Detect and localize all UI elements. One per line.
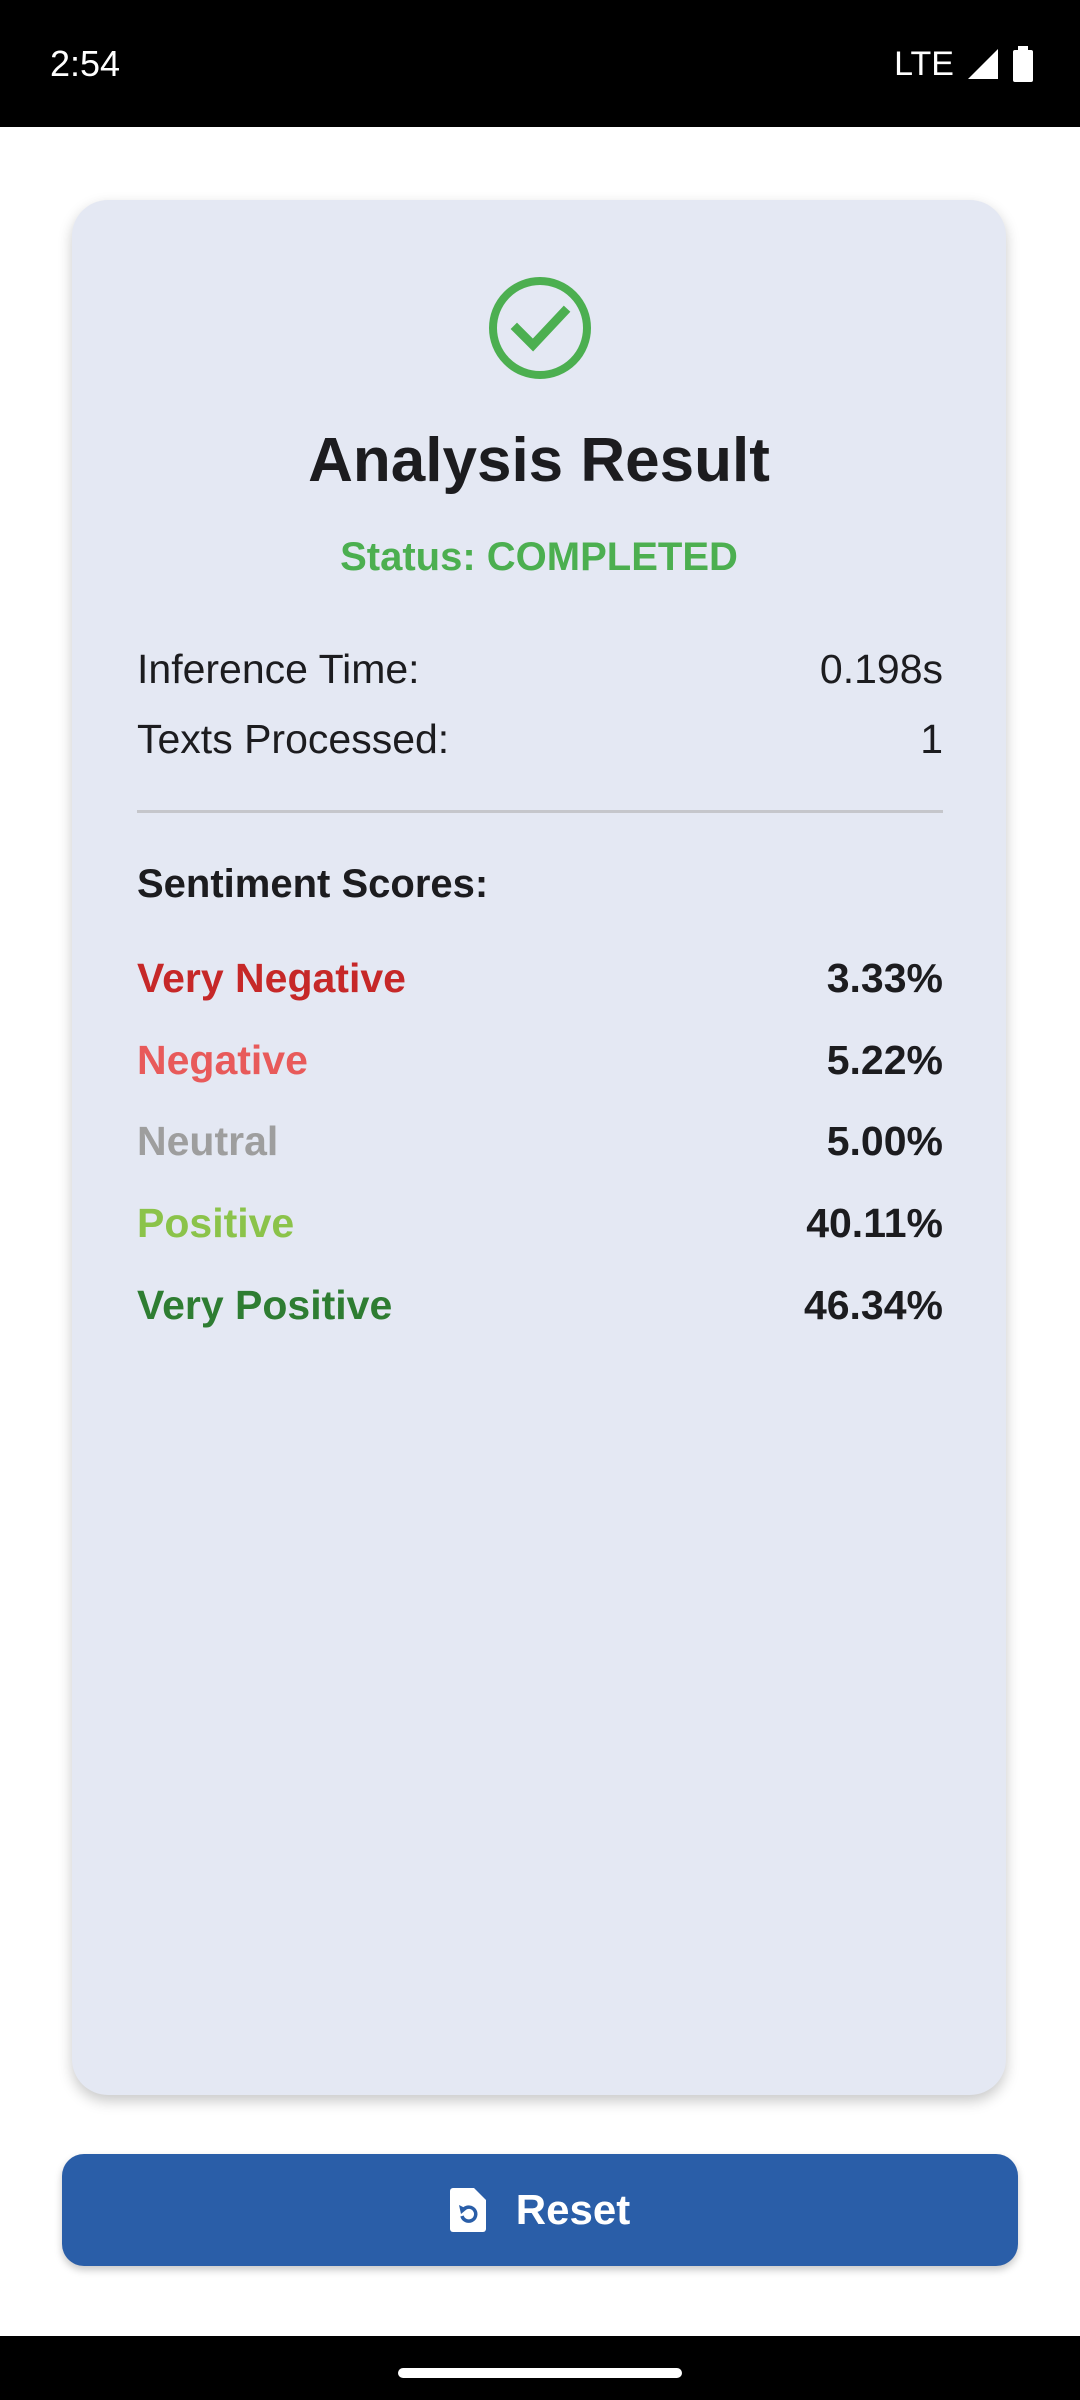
texts-processed-value: 1: [920, 716, 943, 762]
home-handle[interactable]: [398, 2368, 682, 2378]
status-indicators: LTE: [894, 40, 1034, 88]
score-row-positive: Positive 40.11%: [137, 1195, 943, 1251]
status-time: 2:54: [50, 43, 121, 84]
score-label: Very Positive: [137, 1282, 393, 1328]
inference-time-row: Inference Time: 0.198s: [137, 641, 943, 697]
network-type: LTE: [894, 44, 954, 83]
score-value: 5.00%: [826, 1118, 943, 1164]
page-title: Analysis Result: [308, 426, 770, 495]
score-value: 40.11%: [806, 1200, 943, 1246]
texts-processed-label: Texts Processed:: [137, 716, 450, 762]
reset-label: Reset: [515, 2186, 631, 2233]
reset-document-icon: [449, 2188, 486, 2232]
score-label: Negative: [137, 1037, 308, 1083]
score-value: 3.33%: [826, 955, 943, 1001]
cell-signal-icon: [968, 49, 998, 79]
score-label: Very Negative: [137, 955, 406, 1001]
status-bar: 2:54 LTE: [0, 0, 1080, 127]
score-row-neutral: Neutral 5.00%: [137, 1113, 943, 1169]
check-circle-icon: [489, 277, 591, 379]
score-row-negative: Negative 5.22%: [137, 1032, 943, 1088]
texts-processed-row: Texts Processed: 1: [137, 711, 943, 767]
score-row-very-negative: Very Negative 3.33%: [137, 950, 943, 1006]
score-value: 5.22%: [826, 1037, 943, 1083]
score-row-very-positive: Very Positive 46.34%: [137, 1277, 943, 1333]
battery-icon: [1013, 46, 1033, 82]
divider: [137, 810, 943, 813]
score-label: Positive: [137, 1200, 295, 1246]
reset-button[interactable]: Reset: [62, 2154, 1018, 2266]
sentiment-scores-heading: Sentiment Scores:: [137, 862, 489, 906]
inference-time-label: Inference Time:: [137, 646, 420, 692]
inference-time-value: 0.198s: [819, 646, 943, 692]
score-value: 46.34%: [803, 1282, 943, 1328]
score-label: Neutral: [137, 1118, 279, 1164]
status-text: Status: COMPLETED: [340, 535, 738, 579]
